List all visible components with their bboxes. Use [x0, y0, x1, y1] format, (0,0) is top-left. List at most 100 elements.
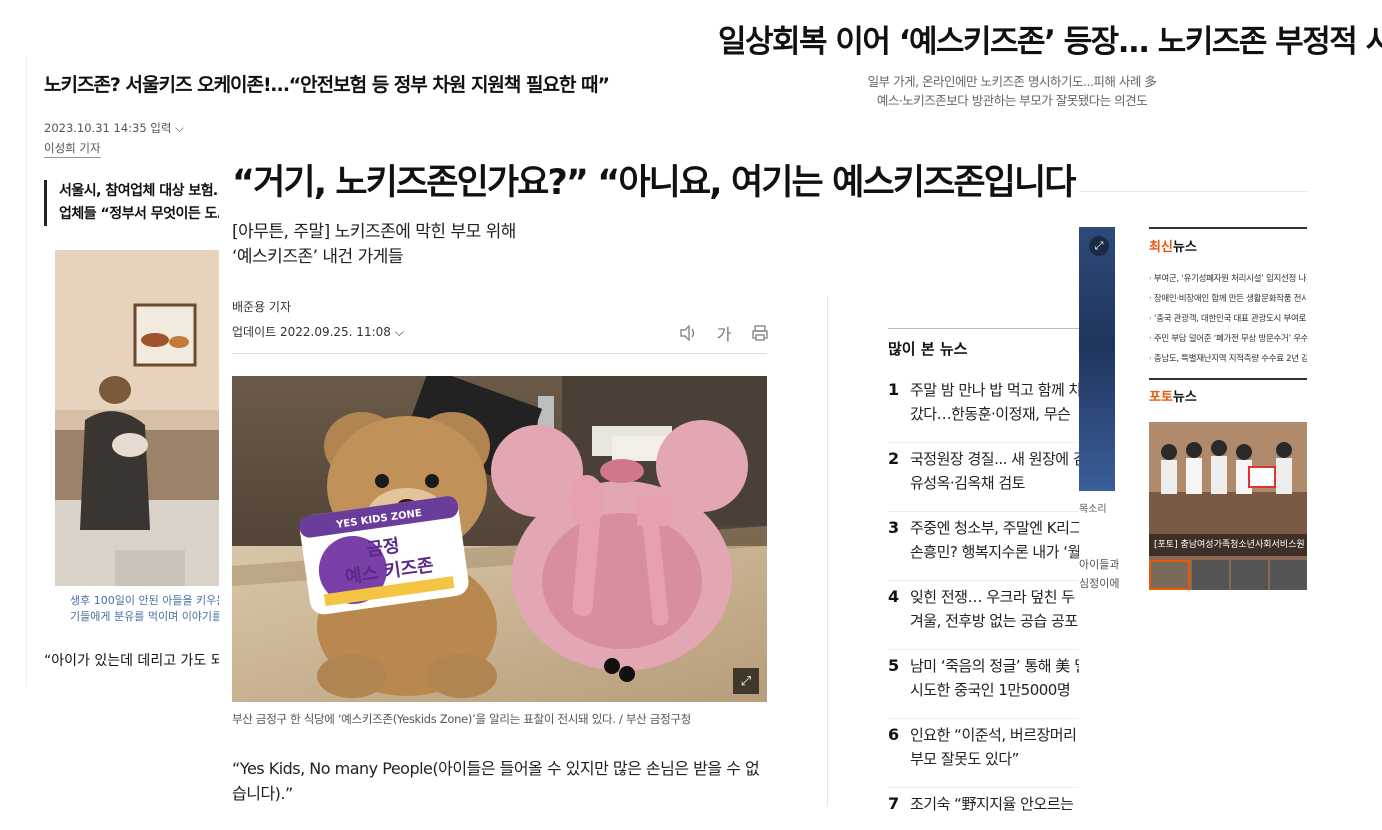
back-article-summary-quote: 서울시, 참여업체 대상 보험… 업체들 “정부서 무엇이든 도…	[44, 180, 219, 226]
popular-news-list: 1 주말 밤 만나 밥 먹고 함께 차 갔다…한동훈·이정재, 무슨 2 국정원장 경…	[888, 374, 1079, 830]
article-body-paragraph: “Yes Kids, No many People(아이들은 들어올 수 있지만…	[232, 759, 760, 803]
photo-thumbnail[interactable]	[1270, 560, 1307, 590]
popular-news-headline[interactable]: 주중엔 청소부, 주말엔 K리그손흥민? 행복지수론 내가 ‘월	[910, 516, 1079, 580]
article-updated-date[interactable]: 업데이트 2022.09.25. 11:08 ⌵	[232, 323, 404, 340]
popular-news-headline[interactable]: 남미 ‘죽음의 정글’ 통해 美 밀시도한 중국인 1만5000명	[910, 654, 1079, 718]
headline-line: 잊힌 전쟁… 우크라 덮친 두	[910, 588, 1075, 606]
article-subtitle: [아무튼, 주말] 노키즈존에 막힌 부모 위해 ‘예스키즈존’ 내건 가게들	[232, 220, 516, 270]
overlay-sub-line-1: 일부 가게, 온라인에만 노키즈존 명시하기도...피해 사례 多	[867, 74, 1157, 89]
photo-thumbnail[interactable]	[1192, 560, 1229, 590]
back-article-photo[interactable]	[55, 250, 219, 586]
photo-thumbnail-selected[interactable]	[1149, 560, 1190, 590]
photo-news-title-rest: 뉴스	[1172, 390, 1197, 405]
article-subtitle-line-2: ‘예스키즈존’ 내건 가게들	[232, 247, 404, 267]
overlay-sub-line-2: 예스·노키즈존보다 방관하는 부모가 잘못됐다는 의견도	[876, 93, 1148, 108]
expand-icon[interactable]: ⤢	[1089, 236, 1109, 256]
latest-news-item[interactable]: · 장애인·비장애인 함께 만든 생활문화작품 전시회	[1149, 290, 1307, 310]
latest-news-list: · 부여군, ‘유기성폐자원 처리시설’ 입지선정 나서 · 장애인·비장애인 …	[1149, 270, 1307, 370]
photo-news-title[interactable]: 포토뉴스	[1149, 386, 1197, 405]
summary-line-2: 업체들 “정부서 무엇이든 도…	[59, 206, 219, 222]
ad-text-fragment: 목소리	[1079, 504, 1107, 515]
article-subtitle-line-1: [아무튼, 주말] 노키즈존에 막힌 부모 위해	[232, 222, 516, 242]
headline-line: 갔다…한동훈·이정재, 무슨	[910, 405, 1071, 423]
headline-line: 유성옥·김옥채 검토	[910, 474, 1025, 492]
overlay-headline: 일상회복 이어 ‘예스키즈존’ 등장... 노키즈존 부정적 시각↑	[718, 24, 1382, 60]
font-size-button[interactable]: 가	[713, 322, 735, 344]
header-divider	[1079, 191, 1307, 192]
latest-news-item[interactable]: · ‘충국 관광객, 대한민국 대표 관광도시 부여로 오	[1149, 310, 1307, 330]
popular-news-item[interactable]: 7 조기숙 “野지지율 안오르는	[888, 788, 1079, 830]
popular-news-item[interactable]: 5 남미 ‘죽음의 정글’ 통해 美 밀 시도한 중국인 1만5000명	[888, 650, 1079, 719]
main-article-panel: “거기, 노키즈존인가요?” “아니요, 여기는 예스키즈존입니다!” [아무튼…	[219, 140, 1079, 830]
article-tools: 가	[677, 322, 771, 344]
rank-number: 3	[888, 518, 900, 537]
ad-text-fragment: 심정이에	[1079, 577, 1119, 590]
photo-news-rule	[1149, 378, 1307, 380]
latest-news-item[interactable]: · 충남도, 특별재난지역 지적측량 수수료 2년 감면	[1149, 350, 1307, 370]
popular-news-headline[interactable]: 국정원장 경질... 새 원장에 김유성옥·김옥채 검토	[910, 447, 1079, 511]
headline-line: 국정원장 경질... 새 원장에 김	[910, 450, 1079, 468]
latest-news-item[interactable]: · 주민 부담 덜어준 ‘폐가전 무상 방문수거’ 우수시	[1149, 330, 1307, 350]
rank-number: 7	[888, 794, 900, 813]
latest-news-item-text[interactable]: 주민 부담 덜어준 ‘폐가전 무상 방문수거’ 우수시	[1154, 334, 1307, 344]
rank-number: 2	[888, 449, 900, 468]
speaker-icon[interactable]	[677, 322, 699, 344]
headline-line: 겨울, 전후방 없는 공습 공포	[910, 612, 1078, 630]
headline-line: 시도한 중국인 1만5000명	[910, 681, 1071, 699]
popular-news-item[interactable]: 3 주중엔 청소부, 주말엔 K리그손흥민? 행복지수론 내가 ‘월	[888, 512, 1079, 581]
ad-banner[interactable]	[1079, 227, 1115, 491]
photo-news-caption[interactable]: [포토] 충남여성가족청소년사회서비스원	[1149, 534, 1307, 556]
popular-news-item[interactable]: 4 잊힌 전쟁… 우크라 덮친 두겨울, 전후방 없는 공습 공포	[888, 581, 1079, 650]
back-article-reporter[interactable]: 이성희 기자	[44, 140, 101, 158]
popular-news-headline[interactable]: 주말 밤 만나 밥 먹고 함께 차갔다…한동훈·이정재, 무슨	[910, 378, 1079, 442]
caption-line-1: 생후 100일이 안된 아들을 키우는 이…	[70, 594, 219, 607]
latest-news-title-accent: 최신	[1149, 240, 1173, 255]
back-article-date[interactable]: 2023.10.31 14:35 입력 ⌵	[44, 120, 184, 136]
summary-line-1: 서울시, 참여업체 대상 보험…	[59, 183, 219, 199]
article-title: “거기, 노키즈존인가요?” “아니요, 여기는 예스키즈존입니다!”	[232, 163, 1079, 203]
latest-news-title[interactable]: 최신뉴스	[1149, 236, 1197, 255]
article-photo[interactable]: YES KIDS ZONE 금정 예스 키즈존 ⤢	[232, 376, 767, 702]
back-article-border	[26, 56, 27, 686]
group-photo	[1149, 422, 1307, 534]
popular-news-item[interactable]: 6 인요한 “이준석, 버르장머리부모 잘못도 있다”	[888, 719, 1079, 788]
back-article-body: “아이가 있는데 데리고 가도 되냐…	[44, 653, 219, 669]
article-reporter[interactable]: 배준용 기자	[232, 298, 291, 315]
headline-line: 부모 잘못도 있다”	[910, 750, 1019, 768]
caption-line-2: 기들에게 분유를 먹이며 이야기를 나…	[70, 610, 219, 623]
popular-news-headline[interactable]: 인요한 “이준석, 버르장머리부모 잘못도 있다”	[910, 723, 1079, 787]
rank-number: 4	[888, 587, 900, 606]
back-article-headline[interactable]: 노키즈존? 서울키즈 오케이존!…“안전보험 등 정부 차원 지원책 필요한 때…	[44, 70, 610, 97]
cafe-mother-baby-photo	[55, 250, 219, 586]
latest-news-item[interactable]: · 부여군, ‘유기성폐자원 처리시설’ 입지선정 나서	[1149, 270, 1307, 290]
latest-news-item-text[interactable]: 장애인·비장애인 함께 만든 생활문화작품 전시회	[1154, 294, 1307, 304]
overlay-subheadline: 일부 가게, 온라인에만 노키즈존 명시하기도...피해 사례 多 예스·노키즈…	[862, 72, 1162, 110]
photo-thumbnail[interactable]	[1231, 560, 1268, 590]
photo-thumbnails	[1149, 560, 1307, 590]
popular-news-item[interactable]: 2 국정원장 경질... 새 원장에 김유성옥·김옥채 검토	[888, 443, 1079, 512]
popular-news-title: 많이 본 뉴스	[888, 340, 968, 358]
headline-line: 주말 밤 만나 밥 먹고 함께 차	[910, 381, 1079, 399]
headline-line: 주중엔 청소부, 주말엔 K리그	[910, 519, 1079, 537]
headline-line: 인요한 “이준석, 버르장머리	[910, 726, 1077, 744]
back-article-photo-caption: 생후 100일이 안된 아들을 키우는 이… 기들에게 분유를 먹이며 이야기를…	[70, 593, 219, 625]
headline-line: 손흥민? 행복지수론 내가 ‘월	[910, 543, 1079, 561]
column-divider	[827, 296, 828, 806]
print-icon[interactable]	[749, 322, 771, 344]
latest-news-item-text[interactable]: ‘충국 관광객, 대한민국 대표 관광도시 부여로 오	[1154, 314, 1307, 324]
photo-news-title-accent: 포토	[1149, 390, 1173, 405]
popular-news-headline[interactable]: 잊힌 전쟁… 우크라 덮친 두겨울, 전후방 없는 공습 공포	[910, 585, 1079, 649]
headline-line: 남미 ‘죽음의 정글’ 통해 美 밀	[910, 657, 1079, 675]
ad-text-fragment: 아이들과	[1079, 558, 1119, 571]
latest-news-rule	[1149, 227, 1307, 229]
latest-news-item-text[interactable]: 부여군, ‘유기성폐자원 처리시설’ 입지선정 나서	[1154, 274, 1307, 284]
rank-number: 6	[888, 725, 900, 744]
latest-news-title-rest: 뉴스	[1172, 240, 1197, 255]
expand-photo-icon[interactable]: ⤢	[733, 668, 759, 694]
popular-news-headline[interactable]: 조기숙 “野지지율 안오르는	[910, 792, 1079, 830]
latest-news-item-text[interactable]: 충남도, 특별재난지역 지적측량 수수료 2년 감면	[1154, 354, 1307, 364]
popular-news-rule	[888, 328, 1079, 329]
photo-news-image[interactable]: [포토] 충남여성가족청소년사회서비스원	[1149, 422, 1307, 590]
headline-line: 조기숙 “野지지율 안오르는	[910, 795, 1074, 813]
popular-news-item[interactable]: 1 주말 밤 만나 밥 먹고 함께 차 갔다…한동훈·이정재, 무슨	[888, 374, 1079, 443]
